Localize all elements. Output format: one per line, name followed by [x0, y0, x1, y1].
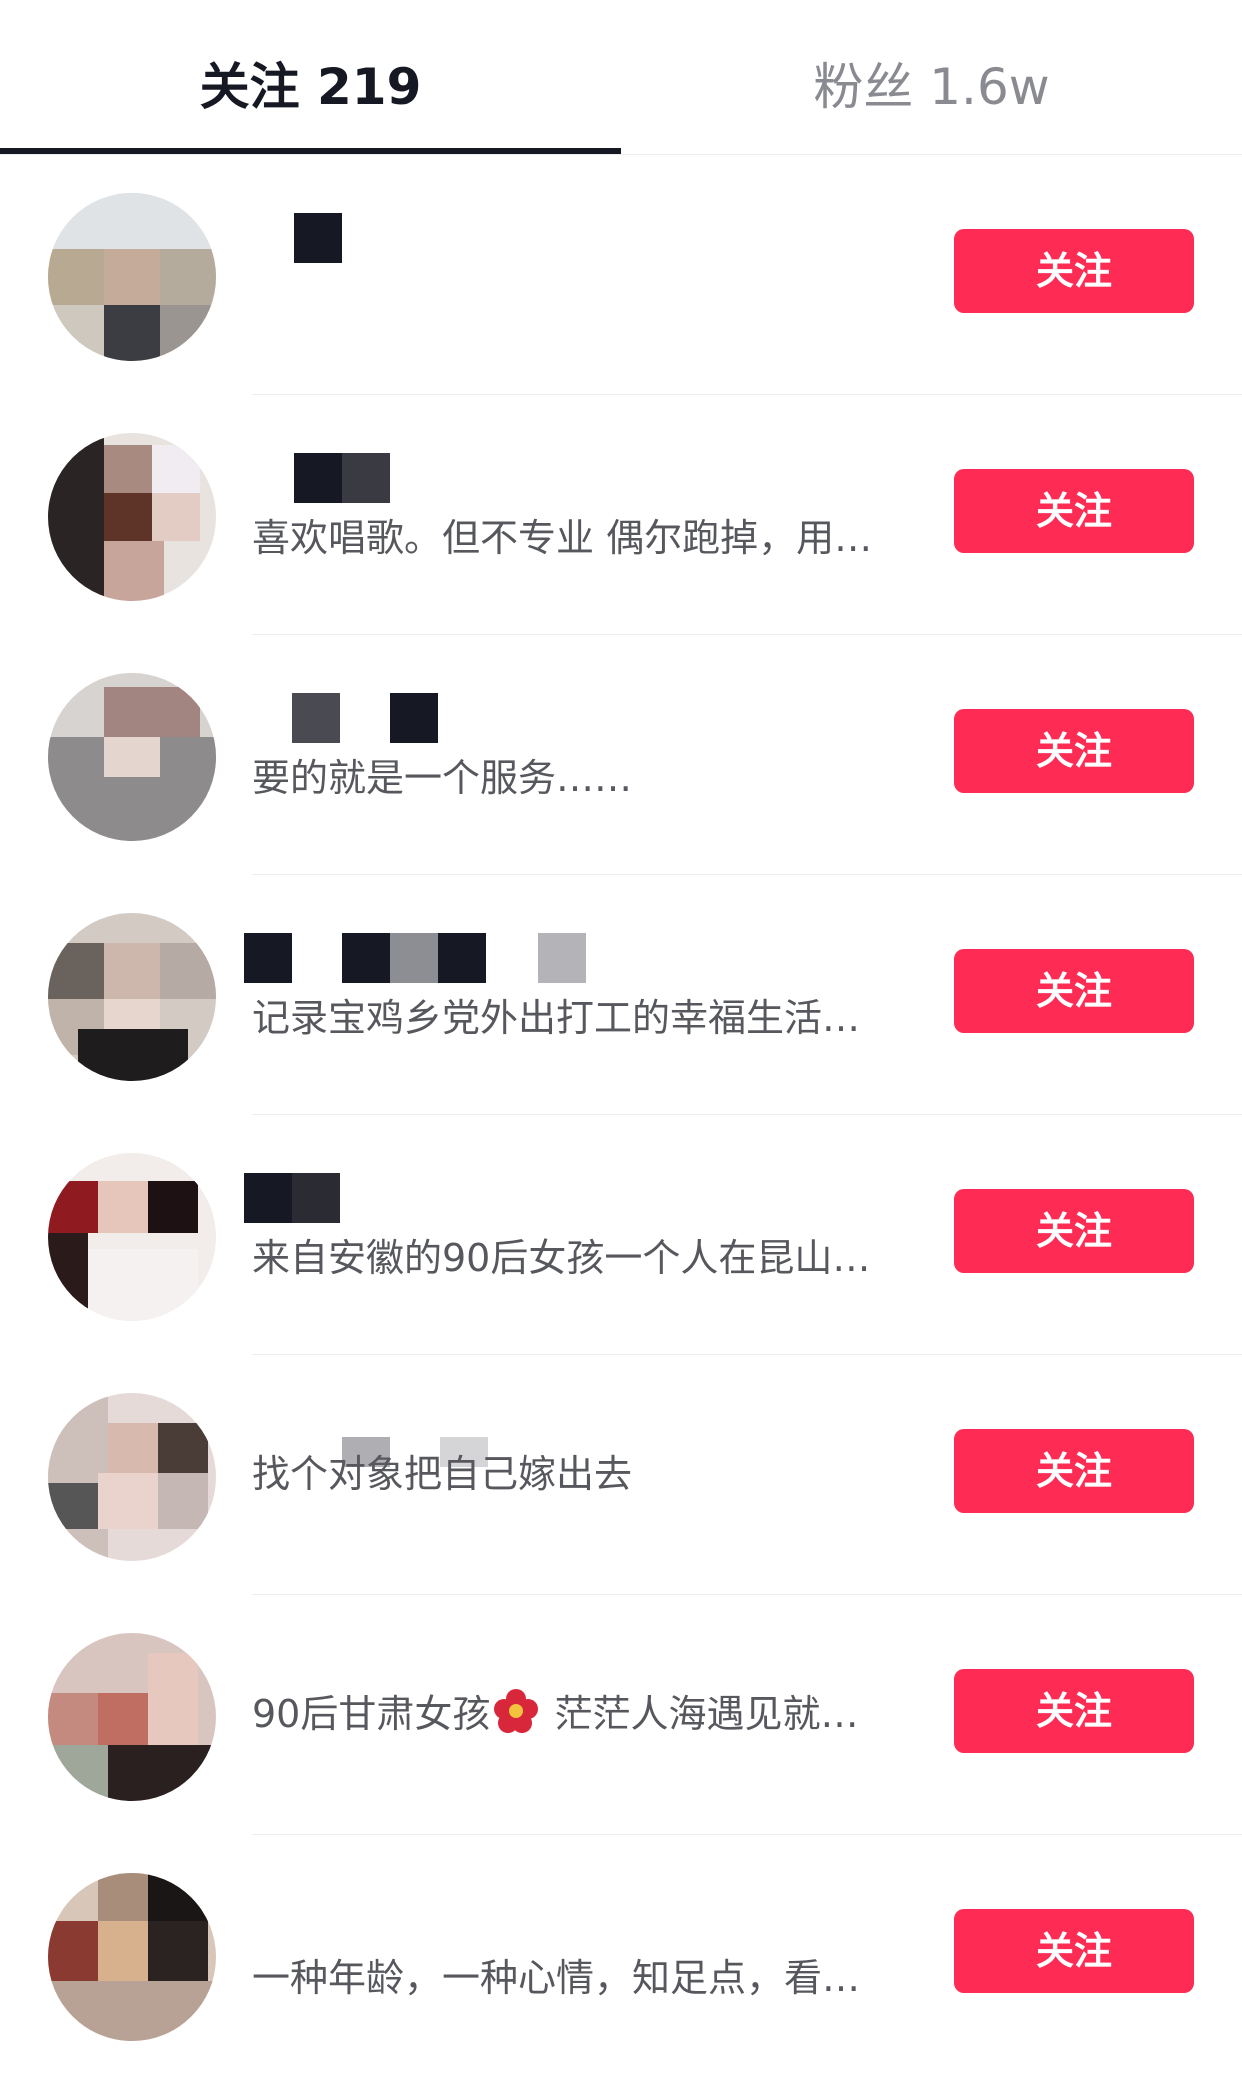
avatar[interactable]	[48, 193, 216, 361]
list-item[interactable]: 记录宝鸡乡党外出打工的幸福生活… 关注	[0, 875, 1242, 1115]
avatar[interactable]	[48, 433, 216, 601]
bio-text-part: 90后甘肃女孩	[252, 1692, 491, 1736]
list-item[interactable]: 喜欢唱歌。但不专业 偶尔跑掉，用… 关注	[0, 395, 1242, 635]
follow-button[interactable]: 关注	[954, 229, 1194, 313]
list-item[interactable]: 一种年龄，一种心情，知足点，看… 关注	[0, 1835, 1242, 2075]
list-item[interactable]: 找个对象把自己嫁出去 关注	[0, 1355, 1242, 1595]
follow-button[interactable]: 关注	[954, 1909, 1194, 1993]
bio-text: 一种年龄，一种心情，知足点，看…	[252, 1956, 861, 2000]
username-redacted	[248, 453, 728, 505]
list-item[interactable]: 90后甘肃女孩 茫茫人海遇见就… 关注	[0, 1595, 1242, 1835]
list-item[interactable]: 要的就是一个服务…… 关注	[0, 635, 1242, 875]
bio-text: 找个对象把自己嫁出去	[252, 1452, 633, 1496]
hibiscus-icon	[494, 1689, 539, 1733]
bio-text: 记录宝鸡乡党外出打工的幸福生活…	[252, 996, 861, 1040]
follow-button[interactable]: 关注	[954, 949, 1194, 1033]
bio-text: 来自安徽的90后女孩一个人在昆山…	[252, 1236, 871, 1280]
follow-button[interactable]: 关注	[954, 1429, 1194, 1513]
username-redacted	[248, 213, 728, 265]
avatar[interactable]	[48, 1393, 216, 1561]
avatar[interactable]	[48, 913, 216, 1081]
follow-button[interactable]: 关注	[954, 1189, 1194, 1273]
bio-text-part: 茫茫人海遇见就…	[542, 1692, 859, 1736]
username-redacted	[244, 933, 728, 985]
bio-text: 90后甘肃女孩 茫茫人海遇见就…	[252, 1683, 912, 1738]
list-item[interactable]: 来自安徽的90后女孩一个人在昆山… 关注	[0, 1115, 1242, 1355]
avatar[interactable]	[48, 673, 216, 841]
avatar[interactable]	[48, 1153, 216, 1321]
follow-button[interactable]: 关注	[954, 1669, 1194, 1753]
tab-followers[interactable]: 粉丝 1.6w	[621, 0, 1242, 154]
bio-text: 要的就是一个服务……	[252, 756, 633, 800]
username-redacted	[248, 693, 728, 745]
tab-following[interactable]: 关注 219	[0, 0, 621, 154]
tab-bar: 关注 219 粉丝 1.6w	[0, 0, 1242, 155]
bio-text: 喜欢唱歌。但不专业 偶尔跑掉，用…	[252, 516, 873, 560]
follow-button[interactable]: 关注	[954, 709, 1194, 793]
avatar[interactable]	[48, 1633, 216, 1801]
active-tab-indicator	[0, 148, 621, 154]
username-redacted	[244, 1173, 728, 1225]
avatar[interactable]	[48, 1873, 216, 2041]
follow-button[interactable]: 关注	[954, 469, 1194, 553]
list-item[interactable]: 关注	[0, 155, 1242, 395]
